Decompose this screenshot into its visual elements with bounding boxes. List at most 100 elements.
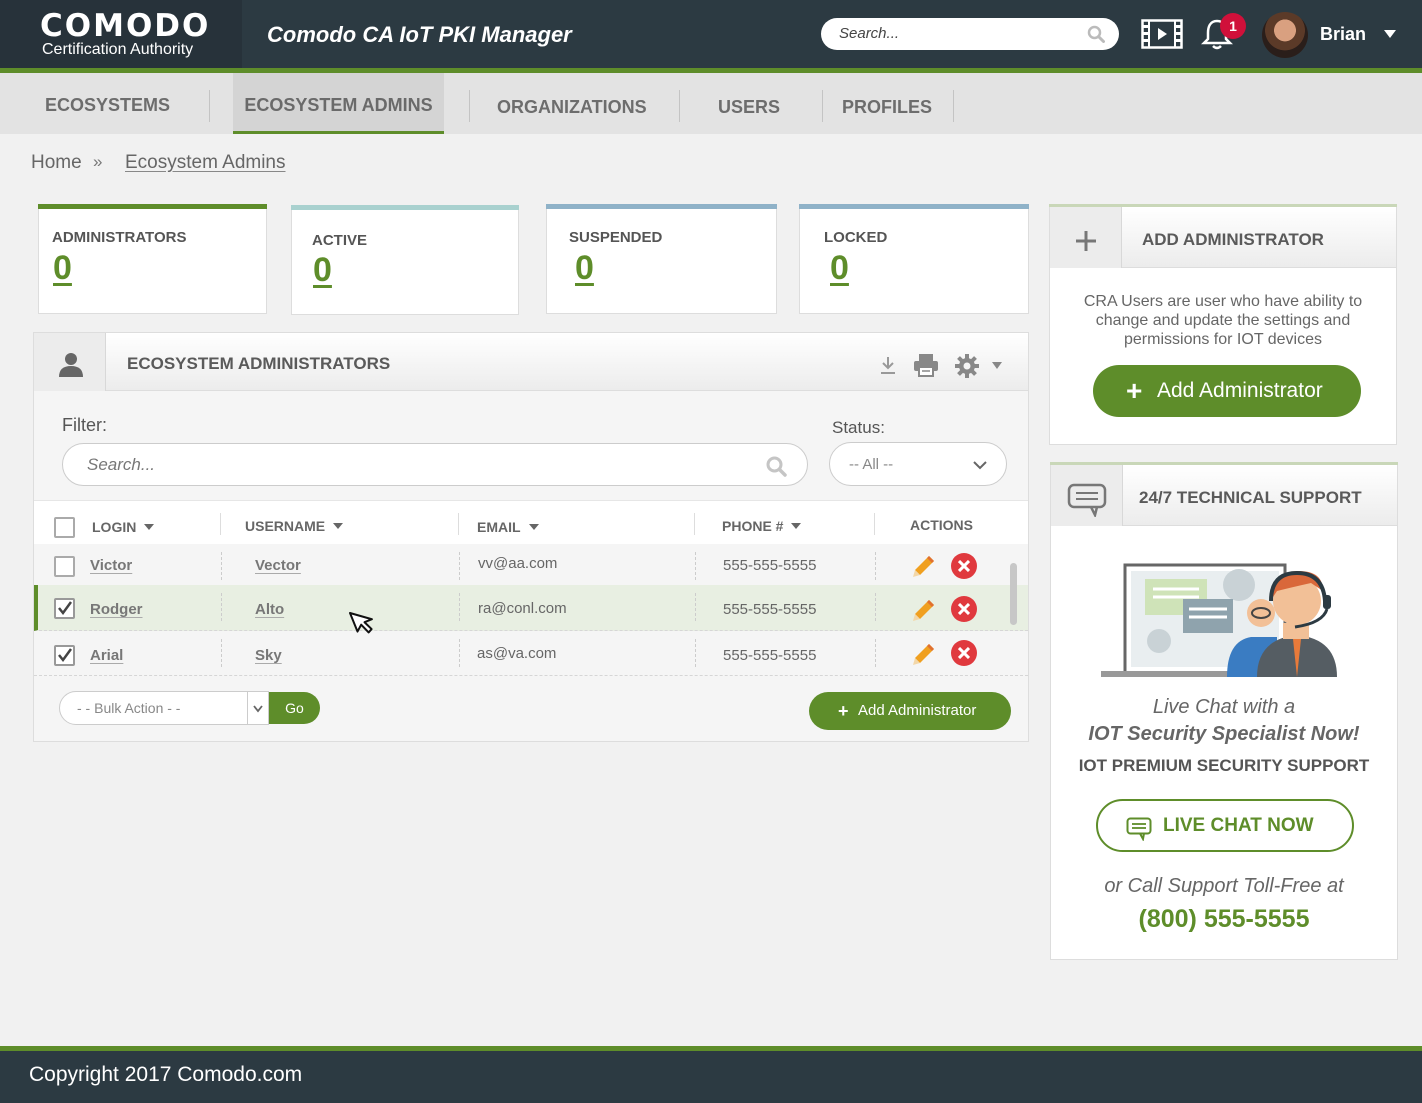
delete-icon[interactable] [951, 640, 977, 666]
stat-suspended[interactable]: SUSPENDED 0 [546, 204, 777, 314]
stat-administrators[interactable]: ADMINISTRATORS 0 [38, 204, 267, 314]
cell-login[interactable]: Arial [90, 647, 123, 664]
tab-ecosystem-admins[interactable]: ECOSYSTEM ADMINS [233, 73, 444, 134]
stat-value[interactable]: 0 [575, 249, 594, 288]
cell-divider [221, 593, 222, 621]
call-support-text: or Call Support Toll-Free at [1104, 875, 1344, 897]
filter-search-input[interactable] [87, 455, 727, 475]
download-icon[interactable] [879, 355, 897, 380]
user-name[interactable]: Brian [1320, 24, 1366, 45]
table-row[interactable]: Rodger Alto ra@conl.com 555-555-5555 [34, 585, 1028, 631]
delete-icon[interactable] [951, 596, 977, 622]
chevron-down-icon[interactable] [1384, 30, 1396, 38]
column-header-phone[interactable]: PHONE # [722, 518, 802, 534]
stat-locked[interactable]: LOCKED 0 [799, 204, 1029, 314]
cell-divider [459, 639, 460, 667]
row-checkbox-checked[interactable] [54, 645, 75, 666]
chevron-down-icon [253, 705, 263, 713]
row-checkbox[interactable] [54, 556, 75, 577]
search-icon[interactable] [766, 456, 787, 482]
live-chat-label: LIVE CHAT NOW [1163, 815, 1314, 836]
user-icon [59, 353, 83, 377]
cell-divider [875, 552, 876, 580]
cell-email: as@va.com [477, 645, 557, 662]
stat-value[interactable]: 0 [53, 249, 72, 288]
cell-divider [695, 552, 696, 580]
avatar[interactable] [1262, 12, 1308, 58]
column-header-username[interactable]: USERNAME [245, 518, 344, 534]
global-search[interactable] [821, 18, 1119, 50]
table-row[interactable]: Victor Vector vv@aa.com 555-555-5555 [34, 544, 1028, 589]
video-icon[interactable] [1141, 19, 1183, 54]
card-icon-box [1051, 465, 1123, 526]
chevron-down-icon [973, 461, 987, 470]
table-scrollbar[interactable] [1010, 563, 1017, 625]
main-nav: ECOSYSTEMS ECOSYSTEM ADMINS ORGANIZATION… [0, 73, 1422, 134]
nav-divider [209, 90, 210, 122]
breadcrumb-current[interactable]: Ecosystem Admins [125, 152, 286, 174]
go-button[interactable]: Go [269, 692, 320, 724]
pencil-icon[interactable] [912, 642, 936, 671]
stat-bar [38, 204, 267, 209]
filter-search[interactable] [62, 443, 808, 486]
support-phone[interactable]: (800) 555-5555 [1051, 905, 1397, 934]
bulk-action-dropdown[interactable] [247, 692, 268, 724]
sort-icon [333, 523, 344, 529]
add-administrator-primary-button[interactable]: + Add Administrator [1093, 365, 1361, 417]
cell-email: vv@aa.com [478, 555, 558, 572]
global-search-input[interactable] [839, 25, 1079, 42]
stat-value[interactable]: 0 [313, 251, 332, 290]
tab-organizations[interactable]: ORGANIZATIONS [497, 75, 647, 136]
gear-icon[interactable] [954, 353, 980, 384]
add-administrator-label: Add Administrator [858, 702, 977, 719]
bulk-action-select[interactable]: - - Bulk Action - - [59, 691, 269, 725]
chat-line-1: Live Chat with a [1152, 696, 1296, 718]
plus-icon: + [1126, 375, 1143, 406]
search-icon[interactable] [1087, 25, 1105, 48]
cell-username[interactable]: Alto [255, 601, 284, 618]
app-title: Comodo CA IoT PKI Manager [267, 22, 572, 47]
plus-icon [1076, 231, 1096, 251]
stat-active[interactable]: ACTIVE 0 [291, 205, 519, 315]
tab-ecosystems[interactable]: ECOSYSTEMS [45, 73, 170, 134]
pencil-icon[interactable] [912, 598, 936, 627]
row-checkbox-checked[interactable] [54, 598, 75, 619]
stat-bar [291, 205, 519, 210]
table-header: LOGIN USERNAME EMAIL PHONE # ACTIONS [34, 500, 1028, 544]
notification-badge[interactable]: 1 [1220, 13, 1246, 39]
cell-phone: 555-555-5555 [723, 601, 817, 618]
column-label: LOGIN [92, 519, 137, 535]
cell-username[interactable]: Vector [255, 557, 301, 574]
chat-icon [1126, 817, 1152, 841]
stat-label: ACTIVE [312, 232, 368, 249]
live-chat-button[interactable]: LIVE CHAT NOW [1096, 799, 1354, 852]
select-all-checkbox[interactable] [54, 517, 75, 538]
tab-profiles[interactable]: PROFILES [842, 75, 932, 136]
column-header-email[interactable]: EMAIL [477, 519, 539, 535]
column-header-login[interactable]: LOGIN [92, 519, 155, 535]
cell-username[interactable]: Sky [255, 647, 282, 664]
tab-users[interactable]: USERS [718, 75, 780, 136]
delete-icon[interactable] [951, 553, 977, 579]
print-icon[interactable] [913, 353, 939, 382]
cell-divider [875, 593, 876, 621]
status-select[interactable]: -- All -- [829, 442, 1007, 486]
cell-email: ra@conl.com [478, 600, 567, 617]
table-row[interactable]: Arial Sky as@va.com 555-555-5555 [34, 631, 1028, 676]
breadcrumb-home[interactable]: Home [31, 152, 82, 174]
column-divider [694, 513, 695, 535]
cell-login[interactable]: Rodger [90, 601, 143, 618]
pencil-icon[interactable] [912, 554, 936, 583]
cell-divider [221, 639, 222, 667]
stat-value[interactable]: 0 [830, 249, 849, 288]
add-administrator-button[interactable]: + Add Administrator [809, 692, 1011, 730]
cell-divider [459, 593, 460, 621]
top-bar: COMODO Certification Authority Comodo CA… [0, 0, 1422, 68]
stat-bar [799, 204, 1029, 209]
logo[interactable]: COMODO Certification Authority [0, 0, 242, 68]
sort-icon [791, 523, 802, 529]
cell-login[interactable]: Victor [90, 557, 132, 574]
card-header: 24/7 TECHNICAL SUPPORT [1051, 465, 1397, 526]
card-title: 24/7 TECHNICAL SUPPORT [1139, 488, 1362, 507]
chevron-down-icon[interactable] [992, 362, 1002, 369]
